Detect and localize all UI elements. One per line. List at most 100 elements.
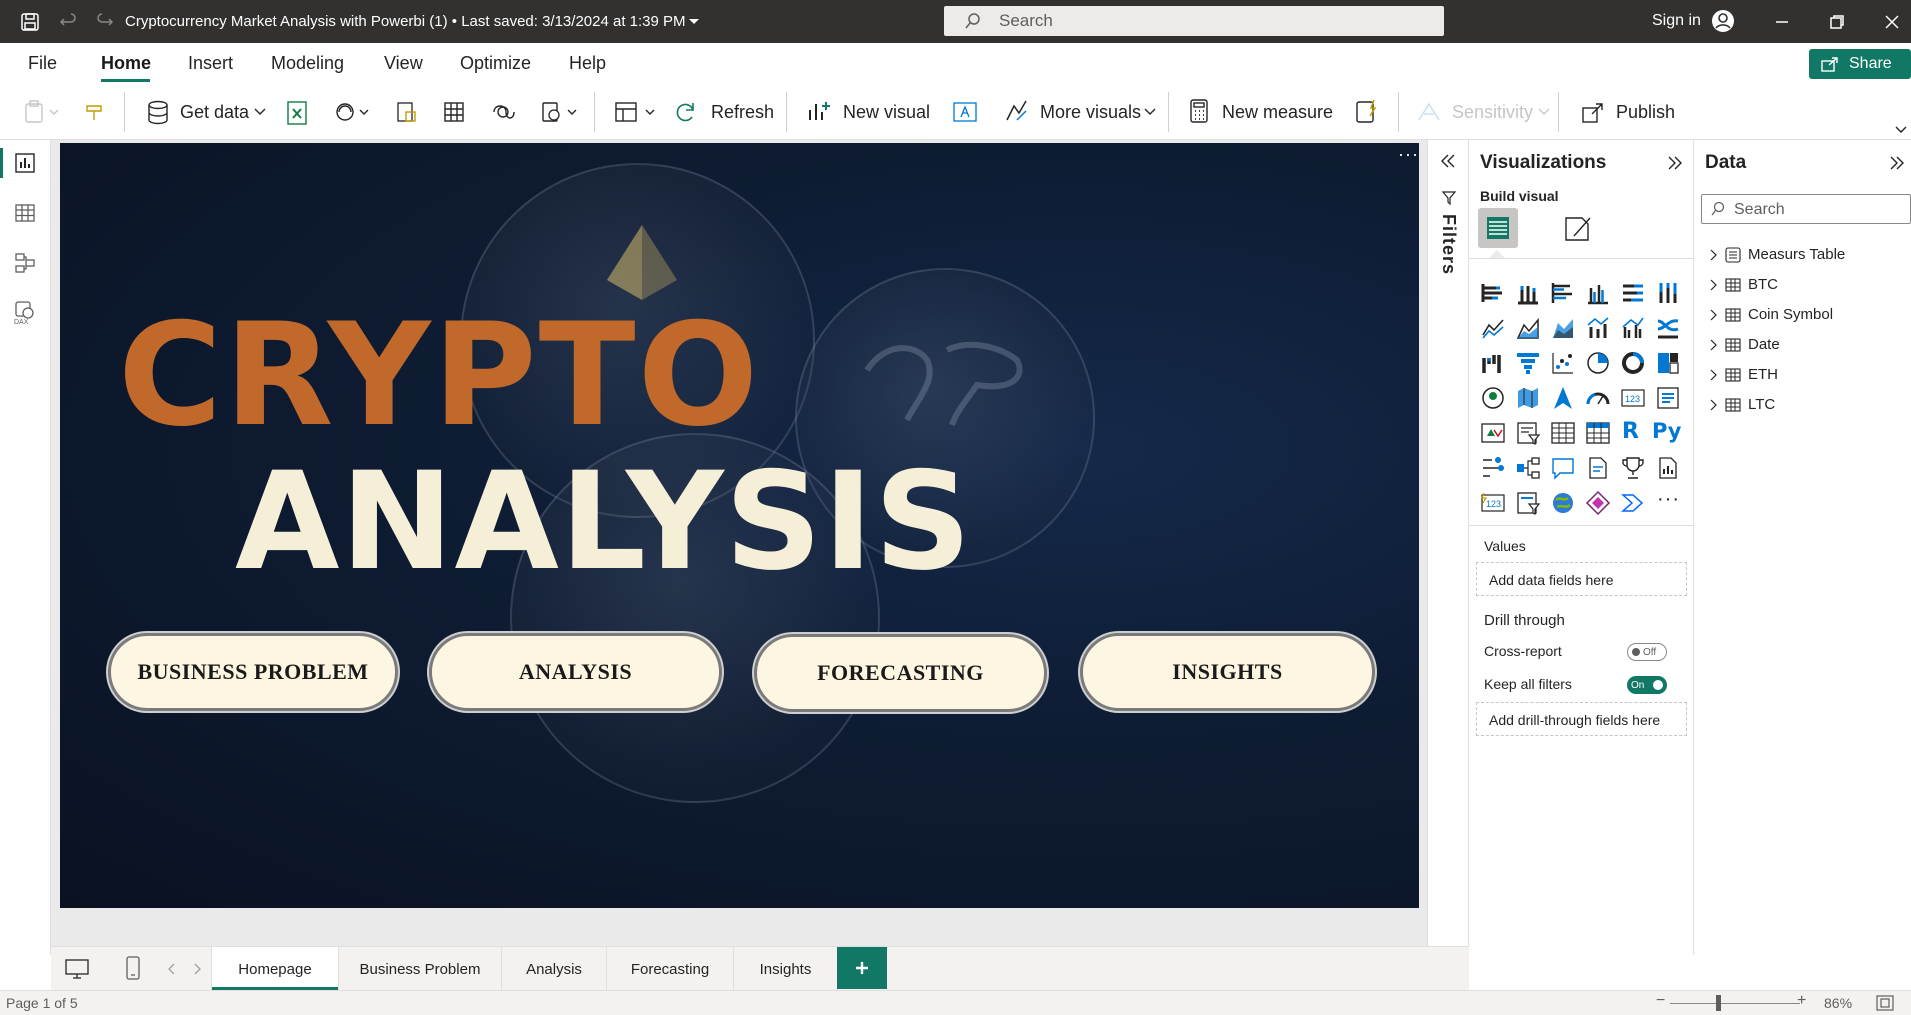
- build-visual-tab[interactable]: [1478, 208, 1518, 248]
- account-icon[interactable]: [1711, 9, 1735, 33]
- line-and-clustered-column-icon[interactable]: [1620, 315, 1646, 341]
- transform-data-icon[interactable]: [614, 100, 660, 124]
- qa-visual-icon[interactable]: [1550, 455, 1576, 481]
- more-visuals-ellipsis[interactable]: ···: [1657, 488, 1680, 511]
- line-chart-icon[interactable]: [1480, 315, 1506, 341]
- python-visual-icon[interactable]: Py: [1652, 419, 1681, 443]
- chevron-down-icon[interactable]: [688, 18, 700, 26]
- metrics-icon[interactable]: [1620, 455, 1646, 481]
- filters-pane-collapsed[interactable]: Filters: [1427, 140, 1469, 955]
- multi-row-card-icon[interactable]: [1655, 385, 1681, 411]
- drill-through-drop-zone[interactable]: Add drill-through fields here: [1476, 702, 1687, 736]
- redo-icon[interactable]: [95, 12, 115, 32]
- stacked-area-chart-icon[interactable]: [1550, 315, 1576, 341]
- menu-optimize[interactable]: Optimize: [460, 53, 531, 74]
- scroll-left-icon[interactable]: [167, 963, 177, 975]
- collapse-ribbon-icon[interactable]: [1895, 126, 1907, 134]
- zoom-in-button[interactable]: +: [1797, 992, 1806, 1010]
- collapse-right-icon[interactable]: [1888, 154, 1906, 172]
- zoom-out-button[interactable]: −: [1656, 992, 1665, 1010]
- sign-in-link[interactable]: Sign in: [1652, 12, 1701, 30]
- nav-button-forecasting[interactable]: FORECASTING: [754, 634, 1047, 712]
- paste-icon[interactable]: [24, 100, 64, 124]
- r-script-visual-icon[interactable]: R: [1622, 419, 1639, 444]
- clustered-bar-chart-icon[interactable]: [1550, 280, 1576, 306]
- search-input[interactable]: Search: [944, 6, 1444, 36]
- menu-help[interactable]: Help: [569, 53, 606, 74]
- page-tab-business-problem[interactable]: Business Problem: [339, 947, 502, 991]
- slicer-icon[interactable]: [1515, 420, 1541, 446]
- new-measure-button[interactable]: New measure: [1222, 102, 1333, 123]
- expand-left-icon[interactable]: [1439, 152, 1457, 170]
- decomposition-tree-icon[interactable]: [1515, 455, 1541, 481]
- enter-data-icon[interactable]: [442, 100, 466, 124]
- arcgis-map-icon[interactable]: [1550, 490, 1576, 516]
- publish-button[interactable]: Publish: [1616, 102, 1675, 123]
- card-new-icon[interactable]: 123: [1480, 490, 1506, 516]
- get-data-button[interactable]: Get data: [180, 102, 249, 123]
- power-automate-icon[interactable]: [1620, 490, 1646, 516]
- values-drop-zone[interactable]: Add data fields here: [1476, 562, 1687, 596]
- azure-map-icon[interactable]: [1550, 385, 1576, 411]
- ribbon-chart-icon[interactable]: [1655, 315, 1681, 341]
- undo-icon[interactable]: [58, 12, 78, 32]
- cross-report-toggle[interactable]: Off: [1627, 643, 1667, 661]
- paginated-report-icon[interactable]: [1655, 455, 1681, 481]
- card-icon[interactable]: 123: [1620, 385, 1646, 411]
- fit-to-page-icon[interactable]: [1876, 995, 1894, 1011]
- dax-query-view-icon[interactable]: DAX: [12, 300, 38, 326]
- scatter-chart-icon[interactable]: [1550, 350, 1576, 376]
- stacked-column-chart-icon[interactable]: [1515, 280, 1541, 306]
- menu-modeling[interactable]: Modeling: [271, 53, 344, 74]
- excel-icon[interactable]: [285, 100, 309, 126]
- nav-button-business-problem[interactable]: BUSINESS PROBLEM: [108, 633, 398, 711]
- page-tab-insights[interactable]: Insights: [734, 947, 838, 991]
- page-tab-forecasting[interactable]: Forecasting: [607, 947, 734, 991]
- line-and-stacked-column-icon[interactable]: [1585, 315, 1611, 341]
- table-item[interactable]: BTC: [1709, 274, 1909, 296]
- desktop-layout-icon[interactable]: [64, 957, 90, 981]
- document-title[interactable]: Cryptocurrency Market Analysis with Powe…: [125, 13, 686, 30]
- collapse-right-icon[interactable]: [1666, 154, 1684, 172]
- gauge-icon[interactable]: [1585, 385, 1611, 411]
- waterfall-chart-icon[interactable]: [1480, 350, 1506, 376]
- donut-chart-icon[interactable]: [1620, 350, 1646, 376]
- scroll-right-icon[interactable]: [192, 963, 202, 975]
- zoom-slider-thumb[interactable]: [1716, 995, 1721, 1011]
- funnel-chart-icon[interactable]: [1515, 350, 1541, 376]
- pie-chart-icon[interactable]: [1585, 350, 1611, 376]
- menu-file[interactable]: File: [28, 53, 57, 74]
- table-item[interactable]: Measurs Table: [1709, 244, 1909, 266]
- power-apps-icon[interactable]: [1585, 490, 1611, 516]
- save-icon[interactable]: [20, 12, 40, 32]
- mobile-layout-icon[interactable]: [125, 955, 141, 981]
- matrix-icon[interactable]: [1585, 420, 1611, 446]
- map-icon[interactable]: [1480, 385, 1506, 411]
- format-painter-icon[interactable]: [84, 100, 108, 124]
- format-visual-icon[interactable]: [1562, 212, 1594, 244]
- table-item[interactable]: Coin Symbol: [1709, 304, 1909, 326]
- dataverse-icon[interactable]: [490, 100, 516, 124]
- share-button[interactable]: Share: [1809, 49, 1911, 79]
- kpi-icon[interactable]: [1480, 420, 1506, 446]
- close-icon[interactable]: [1884, 14, 1900, 30]
- quick-measure-icon[interactable]: [1354, 98, 1378, 124]
- zoom-slider[interactable]: [1670, 1003, 1800, 1004]
- refresh-button[interactable]: Refresh: [711, 102, 774, 123]
- menu-view[interactable]: View: [384, 53, 423, 74]
- sql-server-icon[interactable]: [394, 100, 418, 124]
- text-box-icon[interactable]: [952, 100, 978, 124]
- chevron-down-icon[interactable]: [1144, 108, 1156, 116]
- nav-button-insights[interactable]: INSIGHTS: [1080, 633, 1375, 711]
- recent-sources-icon[interactable]: [540, 100, 582, 124]
- more-options-icon[interactable]: ···: [1398, 144, 1419, 165]
- restore-icon[interactable]: [1829, 14, 1845, 30]
- table-visual-icon[interactable]: [1550, 420, 1576, 446]
- table-item[interactable]: Date: [1709, 334, 1909, 356]
- 100-stacked-column-chart-icon[interactable]: [1655, 280, 1681, 306]
- table-item[interactable]: LTC: [1709, 394, 1909, 416]
- keep-all-filters-toggle[interactable]: On: [1627, 676, 1667, 694]
- area-chart-icon[interactable]: [1515, 315, 1541, 341]
- new-visual-button[interactable]: New visual: [843, 102, 930, 123]
- menu-insert[interactable]: Insert: [188, 53, 233, 74]
